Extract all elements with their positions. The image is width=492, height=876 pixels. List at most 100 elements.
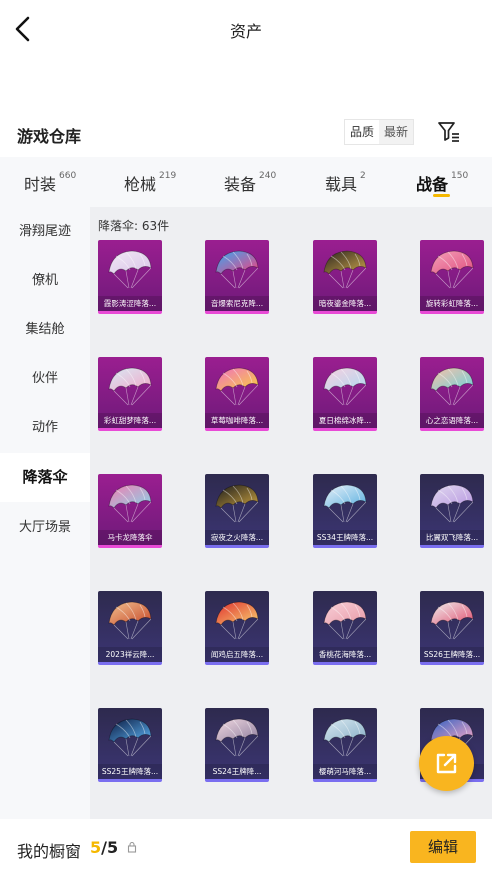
edit-button[interactable]: 编辑 [410, 831, 476, 863]
sub-category-sidebar: 滑翔尾迹 僚机 集结舱 伙伴 动作 降落伞 大厅场景 [0, 207, 90, 819]
parachute-item-card[interactable]: 旋转彩虹降落... [420, 240, 484, 314]
parachute-icon [108, 718, 152, 757]
parachute-item-name: 2023祥云降... [98, 647, 162, 662]
external-link-icon [436, 753, 457, 774]
sidebar-item-wingman[interactable]: 僚机 [0, 256, 90, 305]
filter-icon [438, 122, 459, 142]
parachute-icon [323, 250, 367, 289]
filter-button[interactable] [437, 120, 461, 144]
parachute-item-card[interactable]: SS26王牌降落... [420, 591, 484, 665]
parachute-item-card[interactable]: 霞影涛涩降落... [98, 240, 162, 314]
sidebar-item-parachute[interactable]: 降落伞 [0, 453, 90, 502]
parachute-item-name: 彩虹甜梦降落... [98, 413, 162, 428]
parachute-item-card[interactable]: 心之恋语降落... [420, 357, 484, 431]
parachute-icon [108, 250, 152, 289]
warehouse-title: 游戏仓库 [17, 127, 82, 146]
parachute-icon [215, 250, 259, 289]
top-bar: 资产 [0, 0, 492, 58]
parachute-icon [323, 601, 367, 640]
parachute-item-name: 音爆索尼克降... [205, 296, 269, 311]
parachute-icon [430, 367, 474, 406]
tab-count: 240 [259, 171, 277, 181]
parachute-item-card[interactable]: 马卡龙降落伞 [98, 474, 162, 548]
parachute-item-name: 马卡龙降落伞 [98, 530, 162, 545]
parachute-item-card[interactable]: 草莓咖啡降落... [205, 357, 269, 431]
parachute-item-card[interactable]: 2023祥云降... [98, 591, 162, 665]
parachute-item-card[interactable]: 比翼双飞降落... [420, 474, 484, 548]
sidebar-item-emote[interactable]: 动作 [0, 403, 90, 452]
parachute-icon [215, 367, 259, 406]
tab-count: 219 [159, 171, 177, 181]
parachute-item-card[interactable]: 寂夜之火降落... [205, 474, 269, 548]
parachute-icon [108, 367, 152, 406]
parachute-item-name: 比翼双飞降落... [420, 530, 484, 545]
tab-equipment[interactable]: 装备 240 [224, 157, 294, 207]
parachute-item-card[interactable]: 樱萌河马降落... [313, 708, 377, 782]
tab-label: 装备 [224, 175, 257, 194]
parachute-icon [108, 484, 152, 523]
parachute-icon [323, 484, 367, 523]
active-tab-indicator [433, 194, 450, 197]
tab-combat-gear[interactable]: 战备 150 [416, 157, 486, 207]
tab-costume[interactable]: 时装 660 [24, 157, 94, 207]
tab-label: 载具 [325, 175, 358, 194]
parachute-icon [430, 601, 474, 640]
parachute-item-card[interactable]: SS34王牌降落... [313, 474, 377, 548]
parachute-icon [430, 250, 474, 289]
parachute-icon [430, 484, 474, 523]
parachute-item-name: 心之恋语降落... [420, 413, 484, 428]
showcase-label: 我的橱窗 [17, 842, 82, 861]
page-title: 资产 [229, 22, 262, 41]
parachute-item-name: SS26王牌降落... [420, 647, 484, 662]
sidebar-item-rally-pod[interactable]: 集结舱 [0, 305, 90, 354]
parachute-item-card[interactable]: 夏日棉绵冰降... [313, 357, 377, 431]
share-button[interactable] [419, 736, 474, 791]
parachute-item-name: SS25王牌降落... [98, 764, 162, 779]
sort-by-quality[interactable]: 品质 [345, 120, 379, 144]
item-count-header: 降落伞: 63件 [98, 219, 170, 233]
parachute-item-name: 夏日棉绵冰降... [313, 413, 377, 428]
parachute-item-name: 寂夜之火降落... [205, 530, 269, 545]
item-grid-panel: 降落伞: 63件 霞影涛涩降落... 音爆索尼克降... 暗夜鎏金降落... 旋转彩虹… [90, 207, 492, 819]
parachute-icon [323, 718, 367, 757]
showcase-bar: 我的橱窗 5/5 编辑 [0, 819, 492, 876]
parachute-item-name: 樱萌河马降落... [313, 764, 377, 779]
showcase-count: 5/5 [90, 838, 118, 857]
tab-label: 时装 [24, 175, 57, 194]
parachute-item-card[interactable]: SS24王牌降... [205, 708, 269, 782]
lock-icon [127, 841, 137, 853]
parachute-item-name: SS34王牌降落... [313, 530, 377, 545]
tab-count: 660 [59, 171, 77, 181]
parachute-item-card[interactable]: 彩虹甜梦降落... [98, 357, 162, 431]
parachute-item-name: 草莓咖啡降落... [205, 413, 269, 428]
tab-count: 2 [360, 171, 366, 181]
parachute-item-name: 香桃花海降落... [313, 647, 377, 662]
parachute-item-name: 闻鸡启五降落... [205, 647, 269, 662]
tab-label: 枪械 [124, 175, 157, 194]
sidebar-item-lobby-scene[interactable]: 大厅场景 [0, 503, 90, 552]
parachute-icon [108, 601, 152, 640]
parachute-icon [323, 367, 367, 406]
parachute-item-card[interactable]: 香桃花海降落... [313, 591, 377, 665]
parachute-icon [215, 601, 259, 640]
sort-toggle: 品质 最新 [344, 119, 415, 145]
sidebar-item-glide-trail[interactable]: 滑翔尾迹 [0, 207, 90, 256]
parachute-icon [215, 718, 259, 757]
parachute-item-name: 暗夜鎏金降落... [313, 296, 377, 311]
showcase-count-total: /5 [101, 838, 119, 857]
parachute-icon [215, 484, 259, 523]
tab-vehicles[interactable]: 载具 2 [325, 157, 385, 207]
sort-by-latest[interactable]: 最新 [379, 120, 414, 144]
category-tabs: 时装 660 枪械 219 装备 240 载具 2 战备 150 [0, 157, 492, 207]
parachute-item-card[interactable]: 暗夜鎏金降落... [313, 240, 377, 314]
tab-label: 战备 [416, 175, 449, 194]
parachute-item-card[interactable]: 闻鸡启五降落... [205, 591, 269, 665]
tab-weapons[interactable]: 枪械 219 [124, 157, 194, 207]
sidebar-item-companion[interactable]: 伙伴 [0, 354, 90, 403]
tab-count: 150 [451, 171, 469, 181]
parachute-item-name: SS24王牌降... [205, 764, 269, 779]
parachute-item-name: 旋转彩虹降落... [420, 296, 484, 311]
parachute-item-name: 霞影涛涩降落... [98, 296, 162, 311]
parachute-item-card[interactable]: SS25王牌降落... [98, 708, 162, 782]
parachute-item-card[interactable]: 音爆索尼克降... [205, 240, 269, 314]
